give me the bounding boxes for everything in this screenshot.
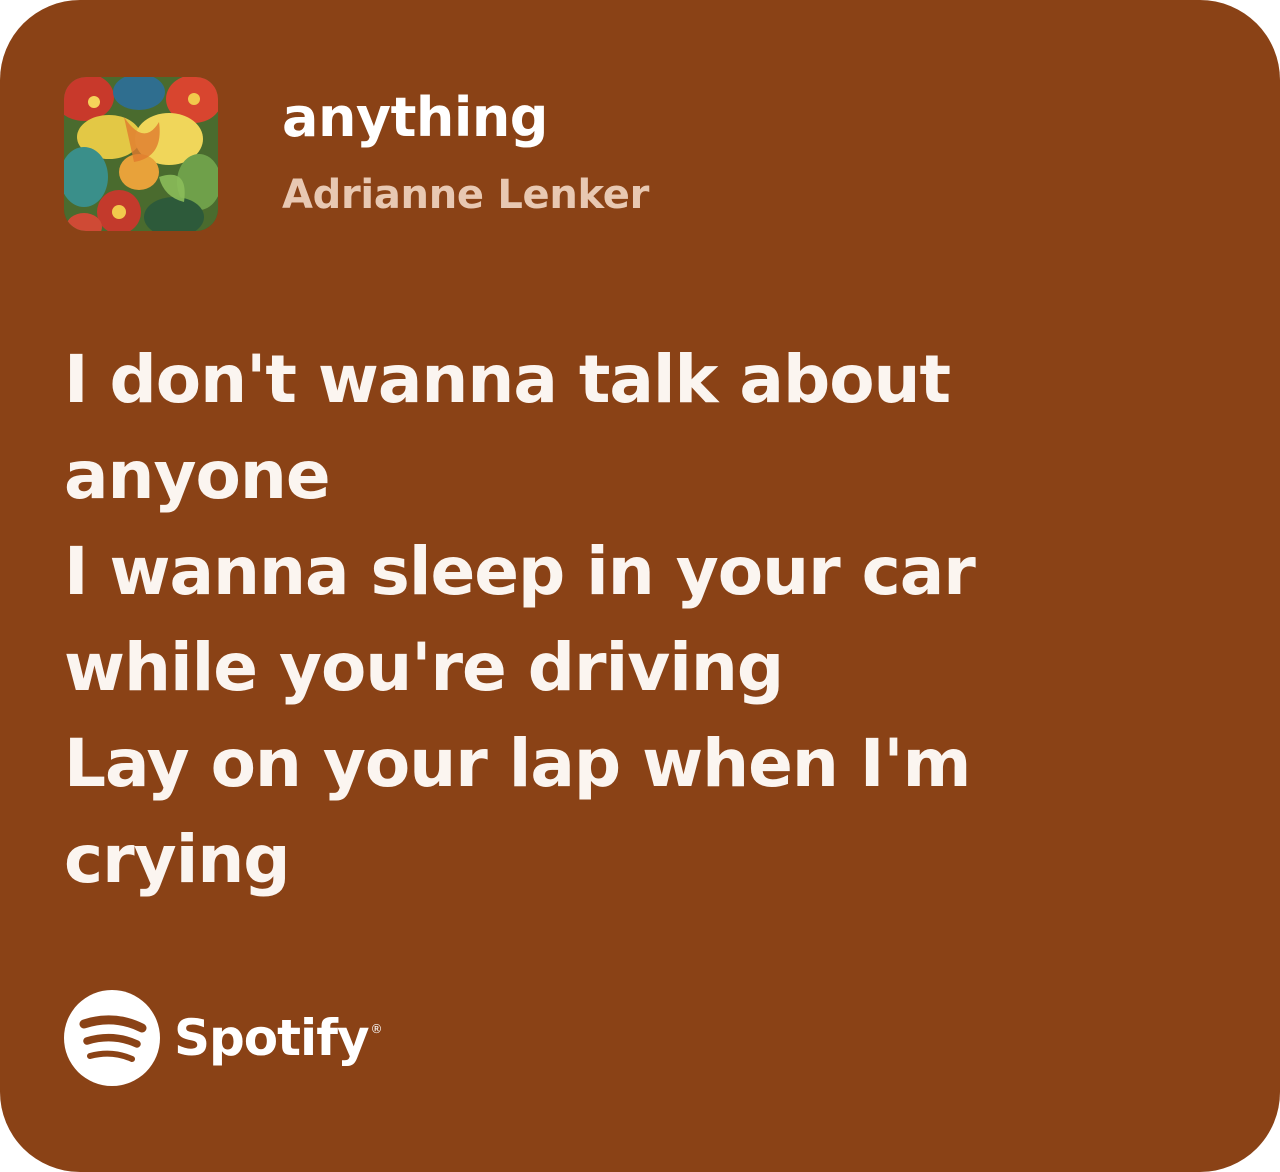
lyrics-share-card: anything Adrianne Lenker I don't wanna t…	[0, 0, 1280, 1172]
spotify-logo-icon	[64, 990, 160, 1086]
song-title: anything	[282, 86, 548, 149]
lyric-line: anyone	[64, 437, 331, 514]
lyric-line: I wanna sleep in your car	[64, 533, 976, 610]
lyric-line: while you're driving	[64, 629, 784, 706]
lyric-line: I don't wanna talk about	[64, 341, 951, 418]
lyrics-block: I don't wanna talk about anyone I wanna …	[64, 332, 1224, 908]
artist-name: Adrianne Lenker	[282, 172, 650, 218]
spotify-branding: Spotify ®	[64, 990, 383, 1086]
registered-mark: ®	[370, 1022, 383, 1036]
album-art	[64, 77, 218, 231]
lyric-line: crying	[64, 821, 291, 898]
spotify-wordmark: Spotify	[174, 1009, 370, 1067]
lyric-line: Lay on your lap when I'm	[64, 725, 971, 802]
